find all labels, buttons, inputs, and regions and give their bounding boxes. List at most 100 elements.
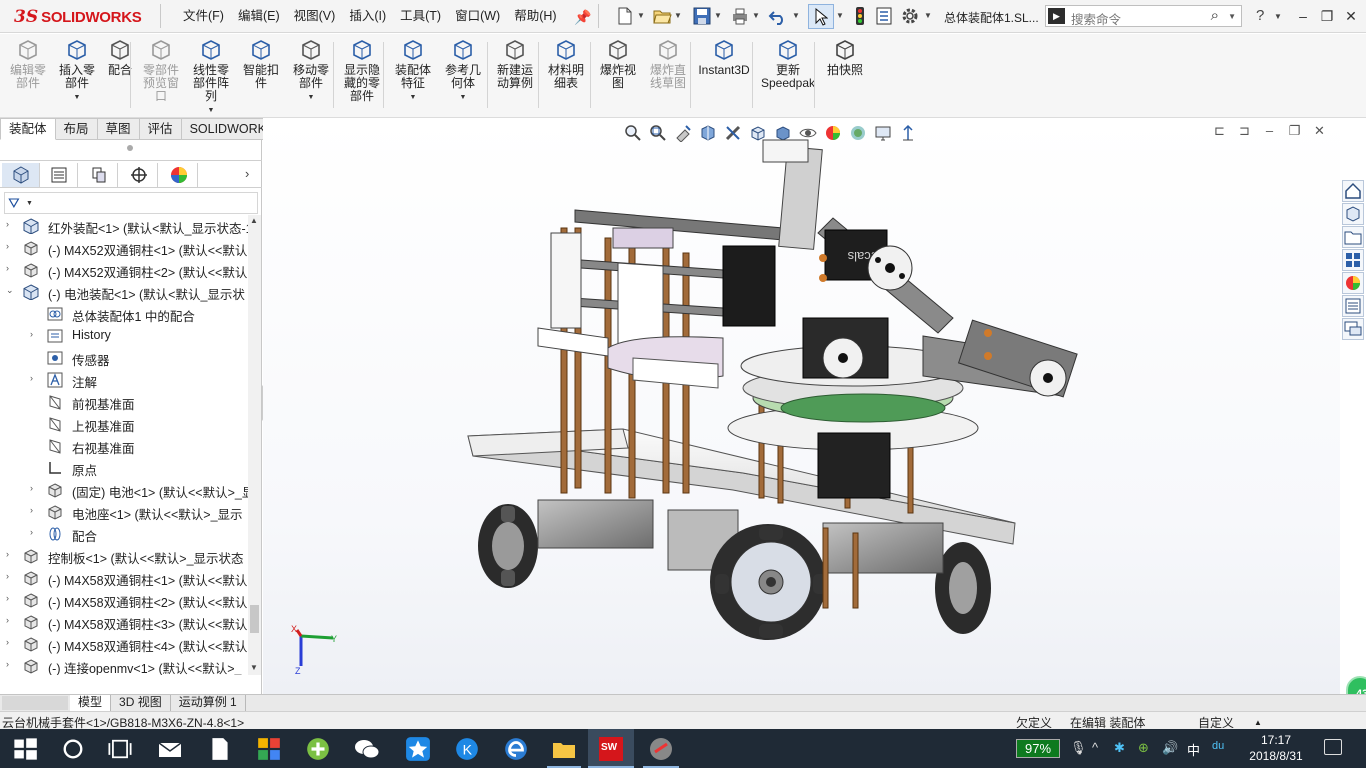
tab-scroll-buttons[interactable]	[2, 696, 68, 710]
assembly-features-button[interactable]: 装配体 特征 ▼	[389, 38, 437, 104]
tree-node[interactable]: › History	[0, 325, 248, 347]
reference-geometry-button[interactable]: 参考几 何体 ▼	[439, 38, 487, 104]
model-tab-2[interactable]: 运动算例 1	[171, 695, 246, 711]
chevron-down-icon[interactable]: ▼	[389, 91, 437, 104]
expand-arrow-icon[interactable]: ›	[30, 373, 33, 383]
scroll-up-icon[interactable]: ▲	[250, 216, 258, 225]
mail-icon[interactable]	[157, 736, 183, 762]
tab-feature-manager[interactable]	[2, 163, 40, 187]
battery-indicator[interactable]: 97%	[1016, 739, 1060, 758]
menu-item-4[interactable]: 工具(T)	[393, 0, 448, 33]
tree-node[interactable]: › (-) 连接openmv<1> (默认<<默认>_	[0, 655, 248, 675]
tree-node[interactable]: 原点	[0, 457, 248, 479]
chevron-up-icon[interactable]: ^	[1092, 740, 1098, 755]
search-commands-box[interactable]: ▶ 搜索命令 ⌕ ▼	[1045, 5, 1242, 27]
plus-tray-icon[interactable]: ⊕	[1138, 740, 1149, 756]
chevron-down-icon[interactable]: ▼	[1228, 12, 1236, 21]
expand-arrow-icon[interactable]: ›	[6, 659, 9, 669]
document-app-icon[interactable]	[207, 736, 233, 762]
save-icon[interactable]	[692, 6, 712, 26]
screenshot-app-icon[interactable]	[648, 736, 674, 762]
expand-arrow-icon[interactable]: ›	[30, 505, 33, 515]
tree-scrollbar[interactable]: ▲ ▼	[248, 215, 261, 675]
expand-arrow-icon[interactable]: ›	[6, 219, 9, 229]
exploded-view-button[interactable]: 爆炸视 图	[594, 38, 642, 90]
tree-node[interactable]: › (-) M4X58双通铜柱<1> (默认<<默认	[0, 567, 248, 589]
tree-node[interactable]: › 电池座<1> (默认<<默认>_显示	[0, 501, 248, 523]
chevron-down-icon[interactable]: ▼	[439, 91, 487, 104]
new-motion-study-button[interactable]: 新建运 动算例	[491, 38, 539, 90]
options-gear-icon[interactable]	[900, 6, 920, 26]
home-icon[interactable]	[1342, 180, 1364, 202]
panel-grip[interactable]	[127, 145, 133, 151]
pin-icon[interactable]: 📌	[574, 9, 591, 26]
file-explorer-icon[interactable]	[1342, 226, 1364, 248]
k-app-icon[interactable]: K	[454, 736, 480, 762]
minimize-button[interactable]: –	[1293, 6, 1313, 26]
search-icon[interactable]: ⌕	[1211, 7, 1219, 24]
microphone-icon[interactable]: 🎙	[1070, 740, 1087, 756]
volume-icon[interactable]: 🔊	[1162, 740, 1178, 756]
explode-line-sketch-button[interactable]: 爆炸直 线草图	[644, 38, 692, 90]
tree-node[interactable]: › (固定) 电池<1> (默认<<默认>_显	[0, 479, 248, 501]
chevron-down-icon[interactable]: ▼	[836, 11, 844, 20]
menu-item-0[interactable]: 文件(F)	[176, 0, 231, 33]
tree-node[interactable]: › 红外装配<1> (默认<默认_显示状态-1	[0, 215, 248, 237]
take-snapshot-button[interactable]: 拍快照	[822, 38, 868, 77]
design-library-icon[interactable]	[1342, 203, 1364, 225]
cortana-search-icon[interactable]	[60, 736, 86, 762]
expand-arrow-icon[interactable]: ›	[6, 615, 9, 625]
chevron-right-icon[interactable]: ›	[245, 166, 249, 181]
scroll-thumb[interactable]	[250, 605, 259, 633]
windows-start-icon[interactable]	[12, 736, 38, 762]
expand-arrow-icon[interactable]: ›	[6, 263, 9, 273]
model-tab-1[interactable]: 3D 视图	[111, 695, 171, 711]
print-icon[interactable]	[730, 6, 750, 26]
scroll-down-icon[interactable]: ▼	[250, 663, 258, 672]
chevron-down-icon[interactable]: ▼	[674, 11, 682, 20]
rebuild-icon[interactable]	[850, 6, 870, 26]
tab-2[interactable]: 草图	[97, 118, 140, 140]
expand-arrow-icon[interactable]: ›	[30, 527, 33, 537]
tree-node[interactable]: ⌄ (-) 电池装配<1> (默认<默认_显示状	[0, 281, 248, 303]
menu-item-1[interactable]: 编辑(E)	[231, 0, 287, 33]
file-explorer-taskbar-icon[interactable]	[551, 736, 577, 762]
select-button[interactable]	[808, 4, 834, 29]
instant3d-button[interactable]: Instant3D	[695, 38, 753, 77]
view-palette-icon[interactable]	[1342, 249, 1364, 271]
expand-arrow-icon[interactable]: ›	[30, 329, 33, 339]
bill-of-materials-button[interactable]: 材料明 细表	[542, 38, 590, 90]
chevron-down-icon[interactable]: ▼	[924, 11, 932, 20]
smart-fasteners-button[interactable]: 智能扣 件	[237, 38, 285, 90]
file-properties-icon[interactable]	[874, 6, 894, 26]
tab-display-manager[interactable]	[160, 163, 198, 187]
tree-node[interactable]: 传感器	[0, 347, 248, 369]
edge-browser-icon[interactable]	[503, 736, 529, 762]
component-preview-button[interactable]: 零部件 预览窗 口	[138, 38, 184, 103]
solidworks-logo[interactable]: 3S SOLIDWORKS	[14, 6, 142, 28]
mate-button[interactable]: 配合	[103, 38, 137, 77]
task-view-icon[interactable]	[107, 736, 133, 762]
tab-3[interactable]: 评估	[139, 118, 182, 140]
chevron-down-icon[interactable]: ▼	[714, 11, 722, 20]
feature-tree-filter[interactable]: ⛛ ▼	[4, 192, 258, 214]
tree-node[interactable]: 前视基准面	[0, 391, 248, 413]
collapse-arrow-icon[interactable]: ⌄	[6, 285, 14, 296]
system-clock[interactable]: 17:17 2018/8/31	[1244, 732, 1308, 764]
solidworks-app-icon[interactable]: SW	[598, 736, 624, 762]
menu-item-3[interactable]: 插入(I)	[342, 0, 393, 33]
expand-arrow-icon[interactable]: ›	[6, 637, 9, 647]
show-hidden-button[interactable]: 显示隐 藏的零 部件	[338, 38, 386, 103]
chevron-down-icon[interactable]: ▼	[637, 11, 645, 20]
expand-arrow-icon[interactable]: ›	[6, 549, 9, 559]
tree-node[interactable]: › (-) M4X58双通铜柱<2> (默认<<默认	[0, 589, 248, 611]
tree-node[interactable]: › 控制板<1> (默认<<默认>_显示状态	[0, 545, 248, 567]
tab-configuration-manager[interactable]	[80, 163, 118, 187]
appearances-icon[interactable]	[1342, 272, 1364, 294]
tree-node[interactable]: 总体装配体1 中的配合	[0, 303, 248, 325]
chevron-down-icon[interactable]: ▼	[186, 104, 236, 117]
model-tab-0[interactable]: 模型	[70, 695, 112, 711]
chevron-down-icon[interactable]: ▼	[792, 11, 800, 20]
wechat-icon[interactable]	[354, 736, 380, 762]
tree-node[interactable]: 右视基准面	[0, 435, 248, 457]
